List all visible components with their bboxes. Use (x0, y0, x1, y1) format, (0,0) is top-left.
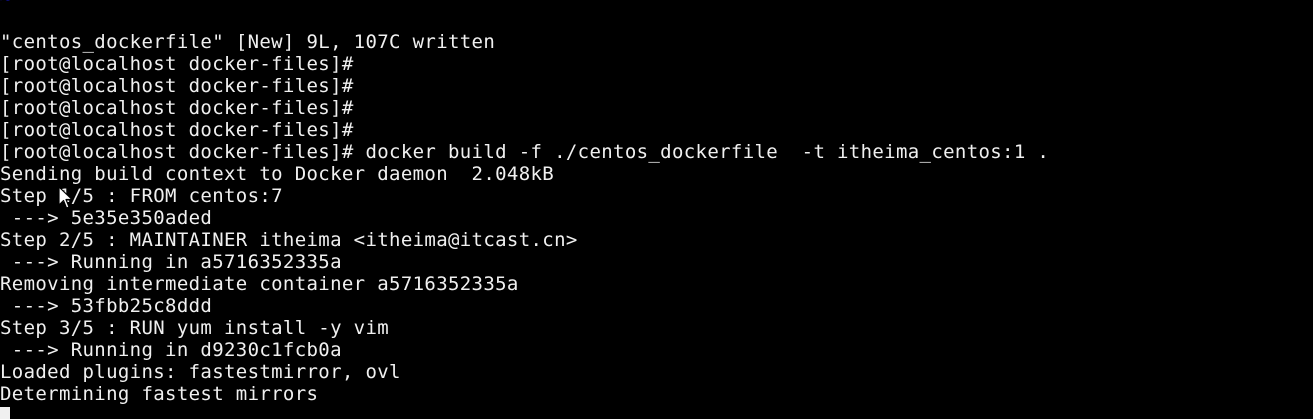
terminal-line: Step 3/5 : RUN yum install -y vim (0, 317, 390, 339)
terminal-line: ---> Running in d9230c1fcb0a (0, 339, 342, 361)
terminal-line: Step 2/5 : MAINTAINER itheima <itheima@i… (0, 229, 578, 251)
terminal-line: [root@localhost docker-files]# (0, 53, 354, 75)
arrow-cursor-icon (58, 186, 73, 209)
terminal-output: "centos_dockerfile" [New] 9L, 107C writt… (0, 31, 1049, 405)
terminal-line: Loaded plugins: fastestmirror, ovl (0, 361, 401, 383)
terminal-line: [root@localhost docker-files]# docker bu… (0, 141, 1050, 163)
vim-empty-line-tilde: ~ (0, 0, 11, 10)
terminal-line: ---> Running in a5716352335a (0, 251, 342, 273)
terminal-line: [root@localhost docker-files]# (0, 97, 354, 119)
terminal-line: "centos_dockerfile" [New] 9L, 107C writt… (0, 31, 496, 53)
terminal-line: Step 1/5 : FROM centos:7 (0, 185, 283, 207)
terminal-window[interactable]: ~ "centos_dockerfile" [New] 9L, 107C wri… (0, 0, 1313, 419)
terminal-line: ---> 53fbb25c8ddd (0, 295, 213, 317)
terminal-line: Removing intermediate container a5716352… (0, 273, 519, 295)
terminal-line: ---> 5e35e350aded (0, 207, 213, 229)
terminal-line: [root@localhost docker-files]# (0, 119, 354, 141)
terminal-line: [root@localhost docker-files]# (0, 75, 354, 97)
terminal-line: Sending build context to Docker daemon 2… (0, 163, 555, 185)
text-cursor (0, 407, 10, 419)
terminal-line: Determining fastest mirrors (0, 383, 319, 405)
